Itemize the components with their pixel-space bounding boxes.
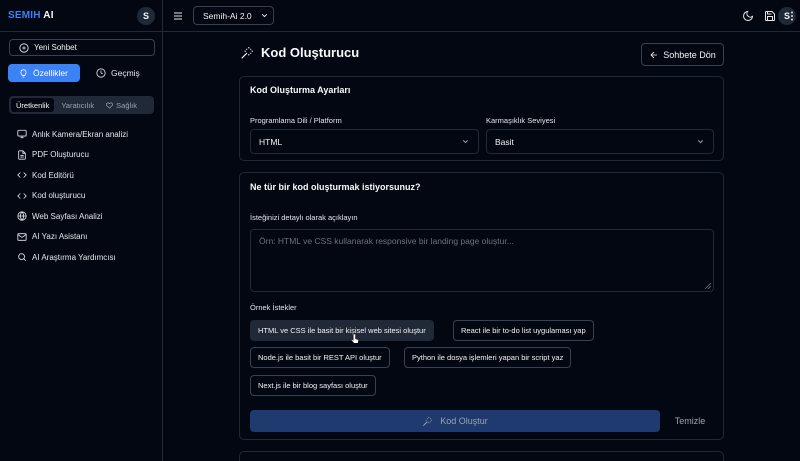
- settings-heading: Kod Oluşturma Ayarları: [250, 85, 351, 95]
- settings-card: Kod Oluşturma Ayarları Programlama Dili …: [239, 76, 724, 161]
- sidebar-item-pdf[interactable]: PDF Oluşturucu: [17, 145, 157, 166]
- examples-label: Örnek İstekler: [250, 303, 297, 312]
- page-title: Kod Oluşturucu: [240, 45, 359, 60]
- complexity-value: Basit: [495, 136, 514, 147]
- example-chip[interactable]: Python ile dosya işlemleri yapan bir scr…: [404, 347, 572, 368]
- result-card: [239, 451, 724, 461]
- wand-icon: [241, 46, 253, 59]
- sidebar-item-camera-analysis[interactable]: Anlık Kamera/Ekran analizi: [17, 124, 157, 145]
- menu-icon[interactable]: [172, 10, 184, 22]
- code-icon: [17, 192, 27, 199]
- description-label: İsteğinizi detaylı olarak açıklayın: [250, 213, 358, 222]
- chevron-down-icon: [462, 140, 469, 144]
- tab-health-label: Sağlık: [116, 100, 137, 110]
- category-tabs: Üretkenlik Yaratıcılık Sağlık: [9, 96, 154, 114]
- tab-history[interactable]: Geçmiş: [86, 64, 154, 82]
- sidebar-item-label: AI Araştırma Yardımcısı: [32, 252, 116, 262]
- example-chip[interactable]: Node.js ile basit bir REST API oluştur: [250, 347, 390, 368]
- sidebar-item-code-generator[interactable]: Kod oluşturucu: [17, 186, 157, 207]
- example-chip[interactable]: React ile bir to-do list uygulaması yap: [453, 320, 594, 341]
- generate-code-button[interactable]: Kod Oluştur: [250, 410, 660, 432]
- more-vertical-icon[interactable]: [786, 10, 798, 22]
- avatar[interactable]: S: [137, 7, 155, 25]
- sidebar-item-label: AI Yazı Asistanı: [32, 232, 88, 242]
- request-heading: Ne tür bir kod oluşturmak istiyorsunuz?: [250, 182, 421, 192]
- complexity-label: Karmaşıklık Seviyesi: [486, 116, 556, 125]
- language-select[interactable]: HTML: [250, 129, 479, 154]
- chevron-down-icon: [697, 140, 704, 144]
- complexity-select[interactable]: Basit: [486, 129, 714, 154]
- save-icon[interactable]: [764, 10, 776, 22]
- sidebar-item-research-assistant[interactable]: AI Araştırma Yardımcısı: [17, 247, 157, 268]
- tab-productivity-label: Üretkenlik: [16, 100, 50, 110]
- model-label: Semih-Ai 2.0: [203, 10, 252, 21]
- sidebar-item-label: Web Sayfası Analizi: [32, 211, 103, 221]
- globe-icon: [17, 211, 27, 221]
- sidebar-item-label: Anlık Kamera/Ekran analizi: [32, 129, 129, 139]
- sidebar-item-code-editor[interactable]: Kod Editörü: [17, 165, 157, 186]
- feature-list: Anlık Kamera/Ekran analizi PDF Oluşturuc…: [17, 124, 157, 268]
- back-label: Sohbete Dön: [663, 49, 716, 60]
- brand-primary: SEMIH: [8, 10, 41, 21]
- sidebar-item-web-analysis[interactable]: Web Sayfası Analizi: [17, 206, 157, 227]
- tab-creativity-label: Yaratıcılık: [61, 100, 95, 110]
- file-icon: [18, 150, 26, 160]
- back-to-chat-button[interactable]: Sohbete Dön: [641, 43, 724, 66]
- sidebar-item-label: Kod Editörü: [32, 170, 74, 180]
- new-chat-button[interactable]: Yeni Sohbet: [9, 39, 155, 56]
- sidebar-item-label: Kod oluşturucu: [32, 191, 86, 201]
- sidebar-header: SEMIH AI S: [0, 0, 163, 32]
- topbar: Semih-Ai 2.0 S: [163, 0, 800, 32]
- example-chip[interactable]: Next.js ile bir blog sayfası oluştur: [250, 375, 376, 396]
- tab-productivity[interactable]: Üretkenlik: [11, 98, 55, 112]
- clear-button[interactable]: Temizle: [667, 410, 713, 432]
- moon-icon[interactable]: [742, 10, 754, 22]
- tab-features-label: Özellikler: [33, 68, 68, 78]
- tab-health[interactable]: Sağlık: [101, 98, 142, 112]
- search-icon: [18, 253, 27, 262]
- monitor-icon: [17, 130, 27, 139]
- chevron-down-icon: [261, 14, 267, 18]
- page-title-text: Kod Oluşturucu: [261, 45, 360, 60]
- generate-label: Kod Oluştur: [440, 416, 488, 426]
- wand-icon: [423, 416, 433, 426]
- request-card: Ne tür bir kod oluşturmak istiyorsunuz? …: [239, 172, 724, 440]
- brand-logo[interactable]: SEMIH AI: [8, 10, 54, 21]
- tab-history-label: Geçmiş: [111, 68, 140, 78]
- tab-features[interactable]: Özellikler: [8, 64, 80, 82]
- clock-icon: [96, 68, 106, 78]
- sidebar-item-writing-assistant[interactable]: AI Yazı Asistanı: [17, 227, 157, 248]
- arrow-left-icon: [650, 51, 658, 58]
- sidebar-item-label: PDF Oluşturucu: [32, 150, 89, 160]
- heart-icon: [106, 102, 114, 109]
- code-icon: [17, 172, 27, 179]
- lightbulb-icon: [20, 68, 27, 78]
- sidebar: SEMIH AI S Yeni Sohbet Özellikler Geçmiş…: [0, 0, 163, 461]
- new-chat-label: Yeni Sohbet: [34, 43, 77, 52]
- pointer-cursor-icon: [350, 333, 360, 344]
- description-textarea[interactable]: Örn: HTML ve CSS kullanarak responsive b…: [250, 229, 714, 292]
- example-chip[interactable]: HTML ve CSS ile basit bir kişisel web si…: [250, 320, 434, 341]
- language-label: Programlama Dili / Platform: [250, 116, 342, 125]
- model-selector[interactable]: Semih-Ai 2.0: [193, 6, 274, 25]
- brand-secondary: AI: [43, 10, 54, 21]
- plus-circle-icon: [19, 42, 29, 53]
- language-value: HTML: [259, 136, 283, 147]
- tab-creativity[interactable]: Yaratıcılık: [56, 98, 99, 112]
- description-placeholder: Örn: HTML ve CSS kullanarak responsive b…: [259, 236, 514, 246]
- mail-icon: [17, 233, 27, 241]
- resize-handle-icon[interactable]: [705, 283, 711, 289]
